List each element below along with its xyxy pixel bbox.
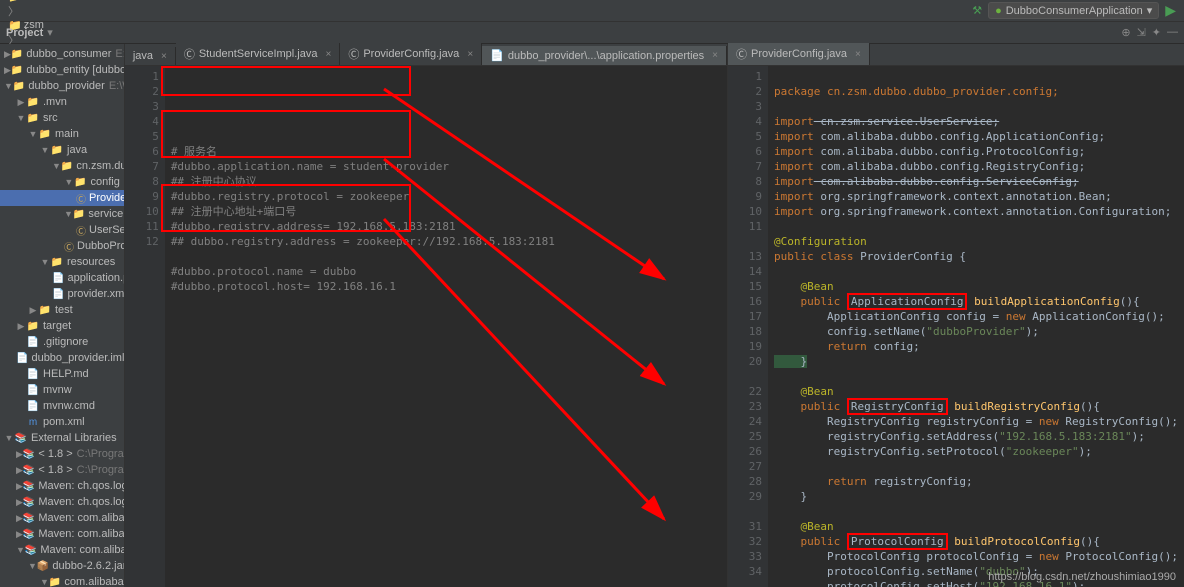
- expand-icon[interactable]: ⇲: [1137, 26, 1146, 39]
- tree-item[interactable]: ⒸProviderConfig: [0, 190, 124, 206]
- tree-item[interactable]: ▶📁dubbo_entity [dubbo_service]E:\Workspa…: [0, 62, 124, 78]
- tree-item[interactable]: 📄.gitignore: [0, 334, 124, 350]
- code-editor-right[interactable]: package cn.zsm.dubbo.dubbo_provider.conf…: [768, 66, 1184, 587]
- tree-item[interactable]: ▶📚Maven: com.alibaba.boot:dubbo-spring-b…: [0, 510, 124, 526]
- chevron-down-icon: ▾: [1147, 4, 1153, 17]
- tree-item[interactable]: ⒸDubboProviderApplication: [0, 238, 124, 254]
- collapse-icon[interactable]: ⊕: [1121, 26, 1130, 39]
- tree-item[interactable]: ▶📚Maven: com.alibaba.boot:dubbo-spring-b…: [0, 526, 124, 542]
- close-icon[interactable]: ×: [325, 49, 331, 60]
- hammer-icon[interactable]: ⚒: [972, 4, 982, 17]
- editor-tab[interactable]: ⒸStudentServiceImpl.java×: [176, 43, 340, 65]
- spring-icon: ●: [995, 5, 1002, 17]
- tree-item[interactable]: ▶📁test: [0, 302, 124, 318]
- tree-item[interactable]: ▼📁cn.zsm.dubbo.dubbo_provider: [0, 158, 124, 174]
- tree-item[interactable]: ▶📚< 1.8 >C:\Program Files\Java\jdk1.8.0_…: [0, 446, 124, 462]
- tree-item[interactable]: 📄dubbo_provider.iml: [0, 350, 124, 366]
- close-icon[interactable]: ×: [161, 51, 167, 62]
- run-config-selector[interactable]: ● DubboConsumerApplication ▾: [988, 2, 1159, 19]
- tree-item[interactable]: ▼📁main: [0, 126, 124, 142]
- breadcrumb-item[interactable]: 📁cn: [6, 0, 102, 3]
- tree-item[interactable]: ▶📚Maven: ch.qos.logback:logback-classic:…: [0, 478, 124, 494]
- tree-item[interactable]: ▼📁java: [0, 142, 124, 158]
- tree-item[interactable]: 📄mvnw: [0, 382, 124, 398]
- tree-item[interactable]: 📄provider.xml: [0, 286, 124, 302]
- tree-item[interactable]: ▼📁src: [0, 110, 124, 126]
- gutter-left: 123456789101112: [125, 66, 165, 587]
- tree-item[interactable]: mpom.xml: [0, 414, 124, 430]
- tree-item[interactable]: ▶📚< 1.8 >C:\Program Files\Java\jdk1.8.0_…: [0, 462, 124, 478]
- editor-tab[interactable]: ⒸProviderConfig.java×: [728, 43, 870, 65]
- chevron-down-icon[interactable]: ▾: [47, 26, 53, 39]
- tree-item[interactable]: ▼📁dubbo_providerE:\Workspace\dubbo\dubbo: [0, 78, 124, 94]
- settings-icon[interactable]: ✦: [1152, 26, 1161, 39]
- tree-item[interactable]: ▼📦dubbo-2.6.2.jarlibrary root: [0, 558, 124, 574]
- code-editor-left[interactable]: # 服务名#dubbo.application.name = student-p…: [165, 66, 727, 587]
- tree-item[interactable]: ▶📁.mvn: [0, 94, 124, 110]
- editor-tabs-right: ⒸProviderConfig.java×: [728, 44, 1184, 66]
- tree-item[interactable]: ▼📚External Libraries: [0, 430, 124, 446]
- editor-tab[interactable]: java×: [125, 47, 176, 65]
- project-title: Project: [6, 27, 43, 39]
- breadcrumb: 📁dubbo_provider〉📁src〉📁main〉📁java〉📁cn〉📁zs…: [0, 0, 1184, 22]
- editor-tabs-left: java×ⒸStudentServiceImpl.java×ⒸProviderC…: [125, 44, 727, 66]
- tree-item[interactable]: 📄application.properties: [0, 270, 124, 286]
- editor-tab[interactable]: 📄dubbo_provider\...\application.properti…: [482, 46, 727, 65]
- tree-item[interactable]: ▼📁config: [0, 174, 124, 190]
- tree-item[interactable]: ▼📁com.alibaba: [0, 574, 124, 587]
- watermark: https://blog.csdn.net/zhoushimiao1990: [988, 571, 1176, 583]
- run-button[interactable]: ▶: [1165, 2, 1176, 19]
- project-tool-header: Project ▾ ⊕ ⇲ ✦ —: [0, 22, 1184, 44]
- editor-tab[interactable]: ⒸProviderConfig.java×: [340, 43, 482, 65]
- tree-item[interactable]: ▶📁target: [0, 318, 124, 334]
- tree-item[interactable]: ▼📚Maven: com.alibaba:dubbo:2.6.2: [0, 542, 124, 558]
- tree-item[interactable]: ▼📁service.impl: [0, 206, 124, 222]
- tree-item[interactable]: ⒸUserServiceImpl: [0, 222, 124, 238]
- close-icon[interactable]: ×: [712, 50, 718, 61]
- tree-item[interactable]: ▶📁dubbo_consumerE:\Workspace\dubbo\dubbo: [0, 46, 124, 62]
- tree-item[interactable]: ▼📁resources: [0, 254, 124, 270]
- tree-item[interactable]: 📄mvnw.cmd: [0, 398, 124, 414]
- hide-icon[interactable]: —: [1167, 26, 1178, 39]
- project-tree[interactable]: ▶📁dubbo_consumerE:\Workspace\dubbo\dubbo…: [0, 44, 124, 587]
- gutter-right: 1234567891011 1314151617181920 222324252…: [728, 66, 768, 587]
- close-icon[interactable]: ×: [467, 49, 473, 60]
- tree-item[interactable]: ▶📚Maven: ch.qos.logback:logback-core:1.2…: [0, 494, 124, 510]
- close-icon[interactable]: ×: [855, 49, 861, 60]
- tree-item[interactable]: 📄HELP.md: [0, 366, 124, 382]
